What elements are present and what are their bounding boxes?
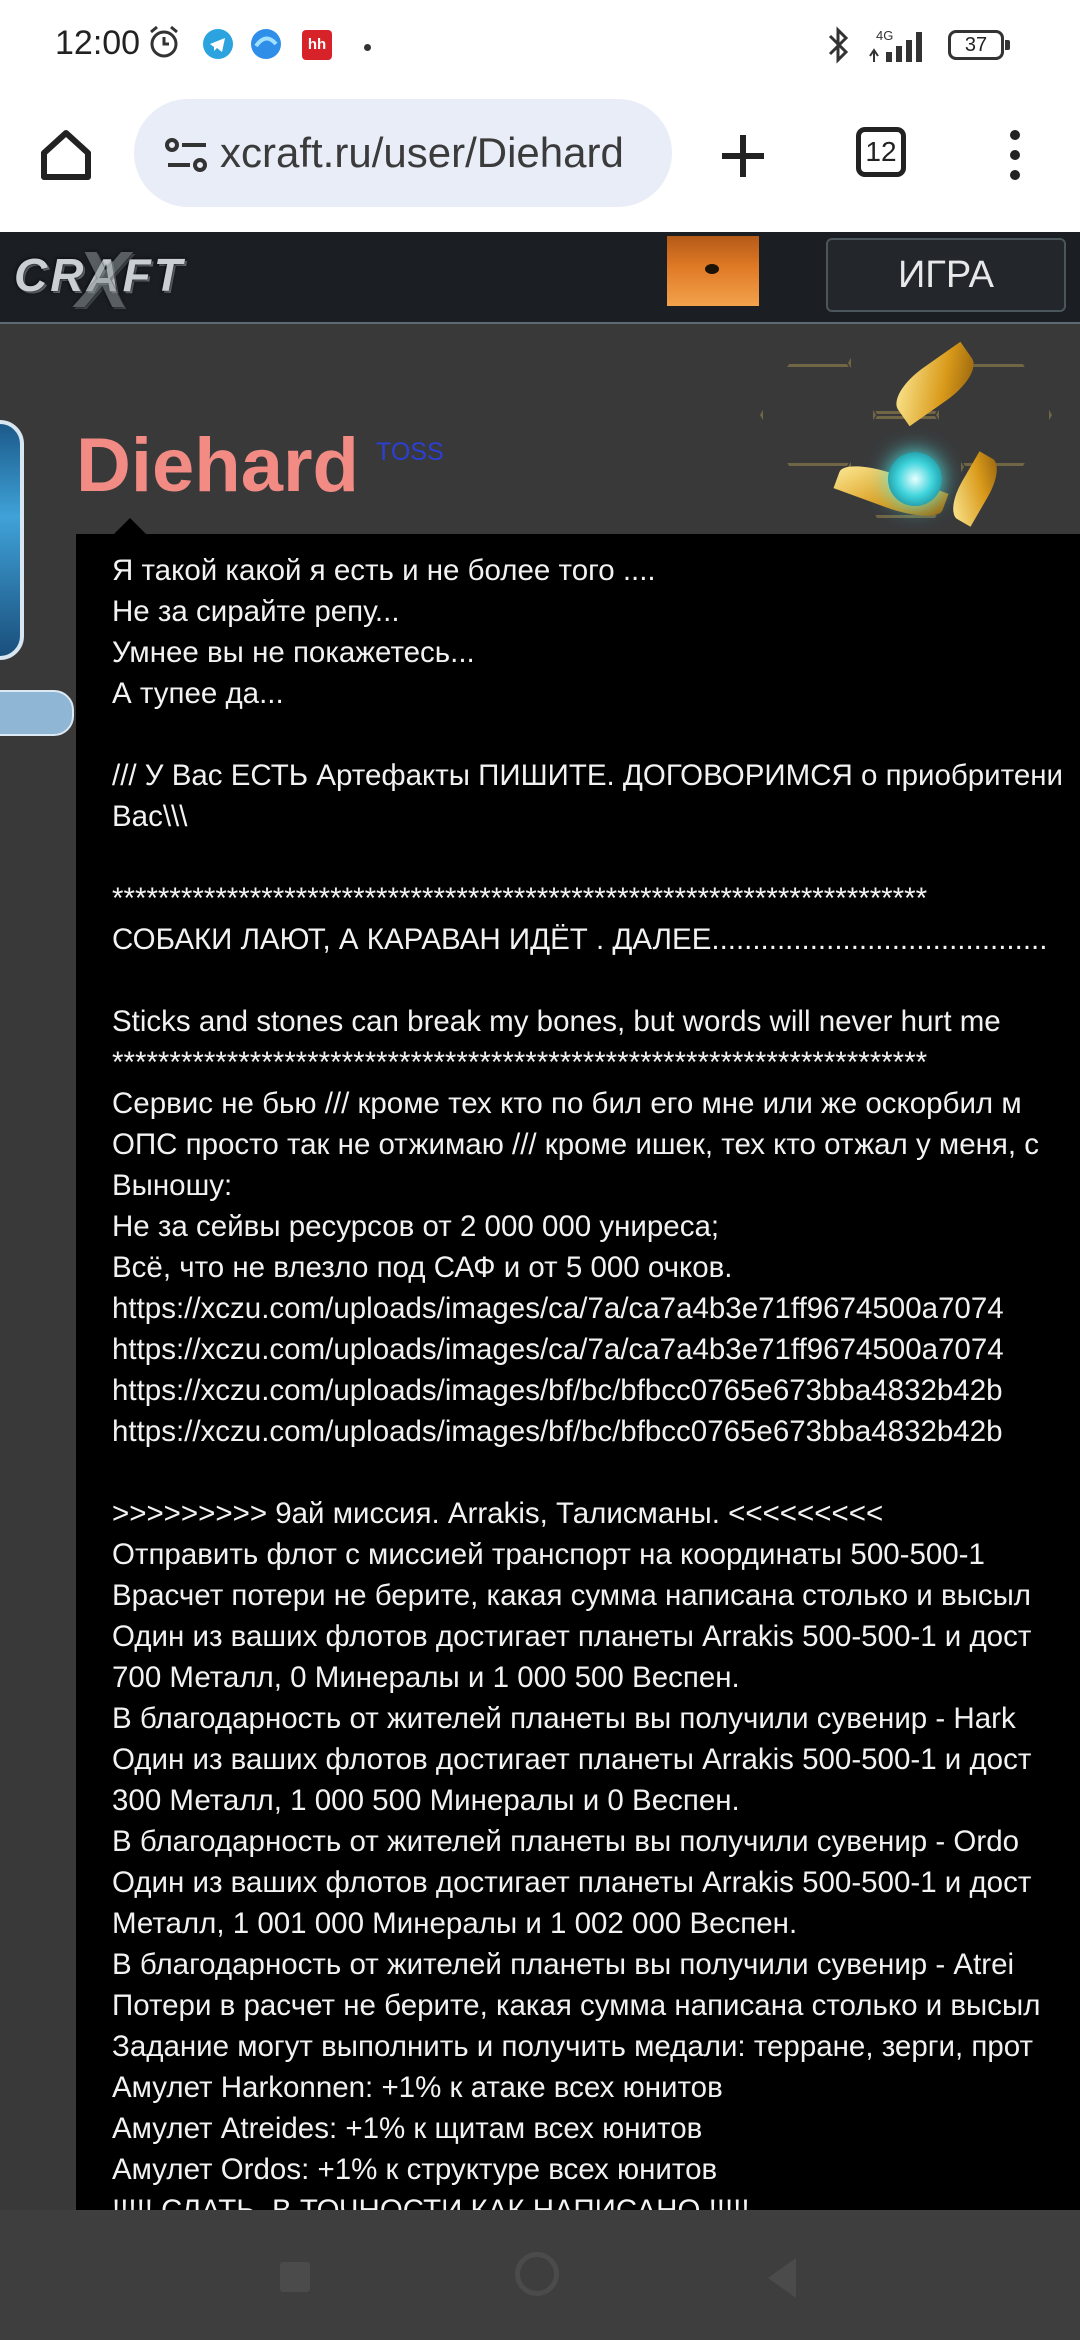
bio-line: В благодарность от жителей планеты вы по… (112, 1702, 1016, 1735)
site-settings-icon[interactable] (164, 135, 210, 175)
bio-line: Не за сирайте репу... (112, 595, 400, 628)
bio-line[interactable]: https://xczu.com/uploads/images/bf/bc/bf… (112, 1415, 1003, 1448)
bio-line: Выношу: (112, 1169, 233, 1202)
bio-line: Задание могут выполнить и получить медал… (112, 2030, 1034, 2063)
bio-line: ****************************************… (112, 882, 928, 915)
status-time: 12:00 (55, 24, 141, 62)
browser-app-icon (251, 29, 281, 59)
alarm-icon (150, 25, 178, 58)
bio-line[interactable]: https://xczu.com/uploads/images/ca/7a/ca… (112, 1333, 1004, 1366)
site-logo[interactable]: X CRAFT (14, 235, 185, 324)
back-icon[interactable] (768, 2258, 796, 2298)
bio-line: Сервис не бью /// кроме тех кто по бил е… (112, 1087, 1022, 1120)
bio-line: Один из ваших флотов достигает планеты A… (112, 1620, 1032, 1653)
bio-line: Амулет Atreides: +1% к щитам всех юнитов (112, 2112, 703, 2145)
race-emblem-decoration (740, 324, 1080, 536)
bio-line: Амулет Harkonnen: +1% к атаке всех юнито… (112, 2071, 723, 2104)
profile-bio: Я такой какой я есть и не более того ...… (76, 534, 1080, 2210)
hh-icon: hh (302, 30, 332, 60)
battery-icon: 37 (948, 30, 1010, 60)
bio-line: 300 Металл, 1 000 500 Минералы и 0 Веспе… (112, 1784, 740, 1817)
bio-line: Врасчет потери не берите, какая сумма на… (112, 1579, 1031, 1612)
bio-line: ****************************************… (112, 1046, 928, 1079)
bio-line: А тупее да... (112, 677, 284, 710)
bio-line: В благодарность от жителей планеты вы по… (112, 1948, 1015, 1981)
header-banner-image[interactable] (667, 236, 759, 306)
home-nav-icon[interactable] (515, 2252, 559, 2296)
bio-line[interactable]: https://xczu.com/uploads/images/bf/bc/bf… (112, 1374, 1003, 1407)
bio-line: В благодарность от жителей планеты вы по… (112, 1825, 1020, 1858)
url-text[interactable]: xcraft.ru/user/Diehard (220, 129, 624, 177)
bio-line: Вас\\\ (112, 800, 188, 833)
status-bar: 12:00 hh 4G 37 (0, 0, 1080, 95)
bio-line: Потери в расчет не берите, какая сумма н… (112, 1989, 1041, 2022)
profile-username: Diehard (76, 423, 359, 508)
dot-icon (364, 44, 371, 51)
home-icon[interactable] (36, 125, 96, 185)
bio-line: Отправить флот с миссией транспорт на ко… (112, 1538, 985, 1571)
bio-line: Я такой какой я есть и не более того ...… (112, 554, 656, 587)
bio-line: ОПС просто так не отжимаю /// кроме ишек… (112, 1128, 1040, 1161)
bio-line: Умнее вы не покажетесь... (112, 636, 475, 669)
bio-text: Я такой какой я есть и не более того ...… (112, 550, 1063, 2210)
side-tab[interactable] (0, 690, 74, 736)
address-bar[interactable]: xcraft.ru/user/Diehard (134, 99, 672, 207)
menu-icon[interactable] (1000, 125, 1030, 185)
game-button[interactable]: ИГРА (826, 238, 1066, 312)
bio-line: СОБАКИ ЛАЮТ, А КАРАВАН ИДЁТ . ДАЛЕЕ.....… (112, 923, 1048, 956)
battery-level: 37 (964, 34, 988, 56)
browser-toolbar: xcraft.ru/user/Diehard 12 (0, 95, 1080, 232)
logo-x-mark: X (76, 235, 133, 324)
bio-line: Металл, 1 001 000 Минералы и 1 002 000 В… (112, 1907, 798, 1940)
signal-icon (869, 32, 922, 62)
bio-line: >>>>>>>>> 9ай миссия. Arrakis, Талисманы… (112, 1497, 884, 1530)
profile-race[interactable]: TOSS (376, 438, 444, 467)
telegram-icon (203, 29, 233, 59)
bio-line: Sticks and stones can break my bones, bu… (112, 1005, 1001, 1038)
recents-icon[interactable] (280, 2262, 310, 2292)
bluetooth-icon (828, 26, 849, 64)
profile-section: Diehard TOSS Я такой какой я есть и не б… (0, 324, 1080, 2210)
bio-line: 700 Металл, 0 Минералы и 1 000 500 Веспе… (112, 1661, 740, 1694)
bio-line: Один из ваших флотов достигает планеты A… (112, 1743, 1032, 1776)
system-nav-bar (0, 2210, 1080, 2340)
new-tab-icon[interactable] (718, 131, 768, 181)
avatar[interactable] (0, 420, 24, 660)
site-header: X CRAFT ИГРА (0, 232, 1080, 324)
bio-line: Амулет Ordos: +1% к структуре всех юнито… (112, 2153, 718, 2186)
tabs-icon[interactable]: 12 (856, 127, 906, 177)
bio-line[interactable]: https://xczu.com/uploads/images/ca/7a/ca… (112, 1292, 1004, 1325)
bio-line: Один из ваших флотов достигает планеты A… (112, 1866, 1032, 1899)
bio-line: Всё, что не влезло под САФ и от 5 000 оч… (112, 1251, 733, 1284)
bio-line: Не за сейвы ресурсов от 2 000 000 унирeс… (112, 1210, 720, 1243)
bio-line: /// У Вас ЕСТЬ Артефакты ПИШИТЕ. ДОГОВОР… (112, 759, 1064, 792)
bio-line: !!!!! СЛАТЬ В ТОЧНОСТИ КАК НАПИСАНО !!!!… (112, 2194, 750, 2210)
